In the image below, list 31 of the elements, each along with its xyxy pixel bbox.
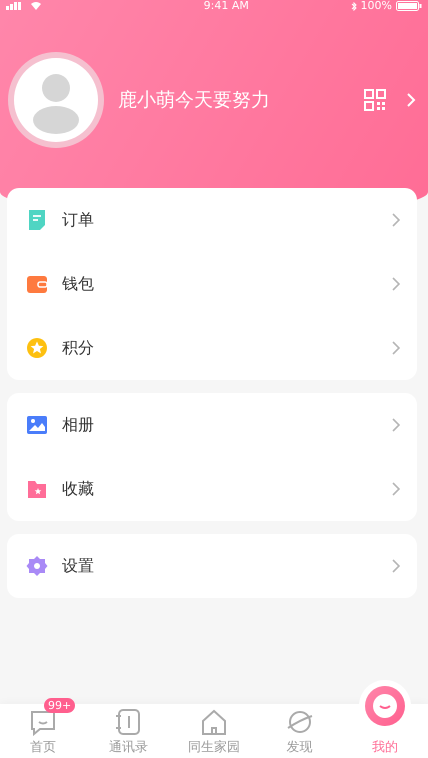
- folder-icon: [26, 478, 48, 500]
- battery-icon: [396, 1, 422, 11]
- chat-bubble-icon: [28, 708, 57, 736]
- menu-item[interactable]: 相册: [7, 393, 417, 457]
- chevron-right-icon: [391, 276, 401, 292]
- planet-icon: [286, 708, 314, 736]
- chevron-right-icon: [391, 340, 401, 356]
- chevron-right-icon: [391, 212, 401, 228]
- user-name: 鹿小萌今天要努力: [118, 88, 271, 113]
- chevron-right-icon[interactable]: [406, 92, 416, 108]
- smile-icon: [365, 686, 406, 726]
- chevron-right-icon: [391, 558, 401, 574]
- menu-item[interactable]: 钱包: [7, 252, 417, 316]
- wifi-icon: [30, 2, 42, 10]
- bluetooth-icon: [350, 2, 357, 10]
- count-badge: 99+: [44, 698, 76, 713]
- chevron-right-icon: [391, 481, 401, 497]
- chevron-right-icon: [391, 417, 401, 433]
- menu-item[interactable]: 设置: [7, 534, 417, 598]
- settings-icon: [26, 555, 48, 577]
- menu-item[interactable]: 订单: [7, 188, 417, 252]
- image-icon: [26, 414, 48, 436]
- menu-item[interactable]: 积分: [7, 316, 417, 380]
- house-icon: [200, 708, 228, 736]
- wallet-icon: [26, 273, 48, 295]
- battery-percent: 100%: [360, 0, 392, 12]
- qr-code-icon[interactable]: [364, 89, 386, 111]
- status-time: 9:41 AM: [204, 0, 249, 12]
- contacts-icon: [114, 708, 142, 736]
- document-icon: [26, 209, 48, 231]
- menu-item[interactable]: 收藏: [7, 457, 417, 521]
